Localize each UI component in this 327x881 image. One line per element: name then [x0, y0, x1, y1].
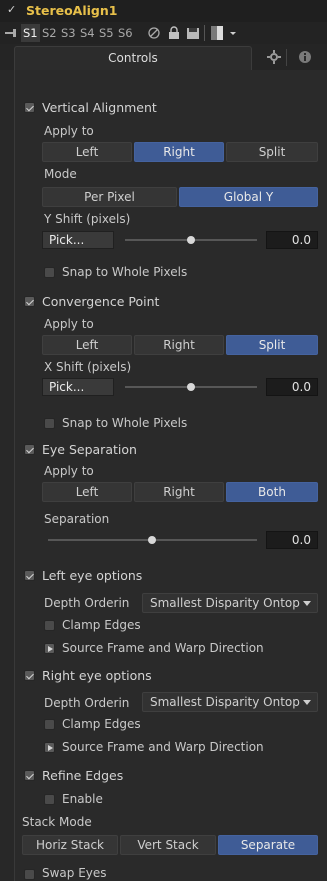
- convergence-snap-label: Snap to Whole Pixels: [62, 416, 188, 430]
- disable-icon[interactable]: [147, 26, 161, 40]
- eye-sep-apply-both-button[interactable]: Both: [226, 482, 318, 502]
- vertical-alignment-checkbox[interactable]: [24, 102, 35, 113]
- stack-mode-label: Stack Mode: [22, 815, 92, 829]
- slot-s5[interactable]: S5: [99, 26, 114, 40]
- convergence-apply-right-button[interactable]: Right: [134, 335, 224, 355]
- refine-enable-label: Enable: [62, 792, 103, 806]
- x-shift-label: X Shift (pixels): [44, 360, 132, 374]
- refine-enable-checkbox[interactable]: [44, 794, 55, 805]
- tab-controls[interactable]: Controls: [14, 46, 252, 70]
- vertical-apply-right-button[interactable]: Right: [134, 142, 224, 162]
- separation-slider-thumb[interactable]: [148, 536, 156, 544]
- y-shift-slider-thumb[interactable]: [187, 236, 195, 244]
- eye-separation-label: Eye Separation: [42, 442, 137, 457]
- slot-s1[interactable]: S1: [21, 24, 40, 42]
- left-clamp-edges-checkbox[interactable]: [44, 620, 55, 631]
- left-clamp-edges-label: Clamp Edges: [62, 618, 141, 632]
- x-shift-value-field[interactable]: 0.0: [266, 378, 318, 396]
- vertical-apply-split-button[interactable]: Split: [226, 142, 318, 162]
- vertical-apply-left-button[interactable]: Left: [42, 142, 132, 162]
- right-clamp-edges-checkbox[interactable]: [44, 719, 55, 730]
- separation-label: Separation: [44, 512, 110, 526]
- node-title: StereoAlign1: [26, 3, 118, 18]
- convergence-apply-label: Apply to: [44, 317, 94, 331]
- convergence-apply-left-button[interactable]: Left: [42, 335, 132, 355]
- right-eye-options-label: Right eye options: [42, 668, 152, 683]
- right-clamp-edges-label: Clamp Edges: [62, 717, 141, 731]
- refine-edges-label: Refine Edges: [42, 768, 124, 783]
- y-shift-value-field[interactable]: 0.0: [266, 231, 318, 249]
- convergence-snap-checkbox[interactable]: [44, 418, 55, 429]
- convergence-point-label: Convergence Point: [42, 294, 160, 309]
- left-eye-options-checkbox[interactable]: [24, 570, 35, 581]
- toolbar-divider: [204, 25, 205, 41]
- chevron-down-icon: [303, 700, 311, 705]
- y-shift-pick-button[interactable]: Pick...: [42, 231, 114, 249]
- mode-per-pixel-button[interactable]: Per Pixel: [42, 187, 177, 207]
- eye-sep-apply-left-button[interactable]: Left: [42, 482, 132, 502]
- collapse-chevron-icon[interactable]: ✓: [7, 3, 16, 16]
- mode-global-y-button[interactable]: Global Y: [179, 187, 318, 207]
- right-depth-ordering-value: Smallest Disparity Ontop: [150, 695, 300, 709]
- right-source-frame-label: Source Frame and Warp Direction: [62, 740, 264, 754]
- vertical-mode-label: Mode: [44, 167, 77, 181]
- left-depth-ordering-label: Depth Orderin: [44, 596, 130, 610]
- y-shift-label: Y Shift (pixels): [44, 212, 131, 226]
- pin-icon[interactable]: [4, 28, 17, 38]
- swap-eyes-label: Swap Eyes: [42, 866, 107, 880]
- eye-sep-apply-label: Apply to: [44, 464, 94, 478]
- x-shift-pick-button[interactable]: Pick...: [42, 378, 114, 396]
- vertical-apply-label: Apply to: [44, 124, 94, 138]
- view-options-icon[interactable]: [210, 25, 240, 41]
- stack-vert-button[interactable]: Vert Stack: [120, 835, 216, 855]
- refine-edges-checkbox[interactable]: [24, 770, 35, 781]
- vertical-alignment-label: Vertical Alignment: [42, 100, 157, 115]
- lock-icon[interactable]: [167, 26, 181, 40]
- info-icon[interactable]: [298, 50, 312, 64]
- stack-horiz-button[interactable]: Horiz Stack: [22, 835, 118, 855]
- tab-divider: [286, 49, 287, 66]
- save-icon[interactable]: [186, 26, 200, 40]
- left-depth-ordering-dropdown[interactable]: Smallest Disparity Ontop: [142, 593, 318, 613]
- right-eye-options-checkbox[interactable]: [24, 670, 35, 681]
- left-eye-options-label: Left eye options: [42, 568, 143, 583]
- settings-gear-icon[interactable]: [267, 50, 281, 64]
- left-depth-ordering-value: Smallest Disparity Ontop: [150, 596, 300, 610]
- right-depth-ordering-dropdown[interactable]: Smallest Disparity Ontop: [142, 692, 318, 712]
- left-source-frame-label: Source Frame and Warp Direction: [62, 641, 264, 655]
- slot-s3[interactable]: S3: [61, 26, 76, 40]
- x-shift-slider-thumb[interactable]: [187, 383, 195, 391]
- swap-eyes-checkbox[interactable]: [24, 869, 35, 880]
- vertical-snap-checkbox[interactable]: [44, 267, 55, 278]
- vertical-snap-label: Snap to Whole Pixels: [62, 265, 188, 279]
- right-depth-ordering-label: Depth Orderin: [44, 696, 130, 710]
- eye-separation-checkbox[interactable]: [24, 444, 35, 455]
- separation-value-field[interactable]: 0.0: [266, 531, 318, 549]
- slot-s2[interactable]: S2: [42, 26, 57, 40]
- left-source-frame-expander[interactable]: [44, 643, 55, 654]
- convergence-apply-split-button[interactable]: Split: [226, 335, 318, 355]
- slot-s6[interactable]: S6: [118, 26, 133, 40]
- stack-separate-button[interactable]: Separate: [218, 835, 318, 855]
- chevron-down-icon: [303, 601, 311, 606]
- convergence-point-checkbox[interactable]: [24, 296, 35, 307]
- right-source-frame-expander[interactable]: [44, 742, 55, 753]
- slot-s4[interactable]: S4: [80, 26, 95, 40]
- eye-sep-apply-right-button[interactable]: Right: [134, 482, 224, 502]
